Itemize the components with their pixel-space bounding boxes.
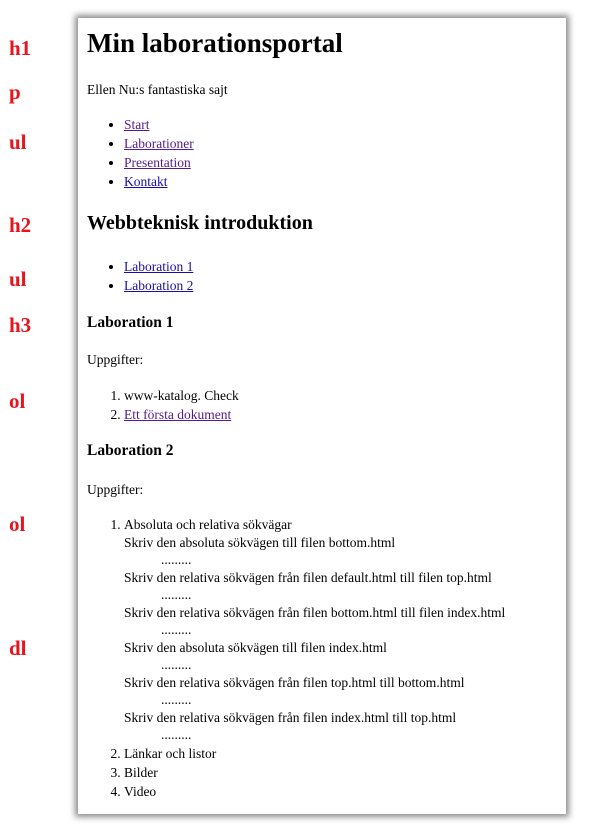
lab2-heading: Laboration 2 [87,442,174,459]
lab2-intro: Uppgifter: [87,482,144,497]
question-term: Skriv den relativa sökvägen från filen d… [124,570,492,585]
nav-link-start[interactable]: Start [124,117,150,132]
list-item: Video [124,782,505,801]
page-panel: Min laborationsportal Ellen Nu:s fantast… [78,18,566,814]
label-p: p [9,80,21,104]
list-item: Start [124,115,194,134]
nav-link-laborationer[interactable]: Laborationer [124,136,194,151]
label-h1: h1 [9,36,32,60]
label-dl: dl [9,636,27,660]
site-tagline: Ellen Nu:s fantastiska sajt [87,82,228,97]
answer-placeholder: ......... [161,552,192,567]
list-item: Laboration 2 [124,276,193,295]
lab2-task-list: Absoluta och relativa sökvägar Skriv den… [87,515,505,801]
answer-placeholder: ......... [161,622,192,637]
page-title: Min laborationsportal [87,28,343,58]
list-item: Länkar och listor [124,744,505,763]
nav-list: Start Laborationer Presentation Kontakt [87,115,194,191]
list-item: Presentation [124,153,194,172]
nav-link-kontakt[interactable]: Kontakt [124,174,168,189]
lab1-heading: Laboration 1 [87,314,174,331]
section-heading: Webbteknisk introduktion [87,212,313,234]
lab-link-1[interactable]: Laboration 1 [124,259,193,274]
list-item: Absoluta och relativa sökvägar Skriv den… [124,515,505,744]
question-term: Skriv den relativa sökvägen från filen t… [124,675,465,690]
label-ul: ul [9,267,27,291]
label-ol: ol [9,512,26,536]
lab-link-2[interactable]: Laboration 2 [124,278,193,293]
answer-placeholder: ......... [161,657,192,672]
lab1-intro: Uppgifter: [87,352,144,367]
label-ul: ul [9,130,27,154]
answer-placeholder: ......... [161,692,192,707]
label-ol: ol [9,389,26,413]
question-term: Skriv den relativa sökvägen från filen i… [124,710,457,725]
list-item: Laboration 1 [124,257,193,276]
task-title: Absoluta och relativa sökvägar [124,517,292,532]
label-h2: h2 [9,213,32,237]
first-document-link[interactable]: Ett första dokument [124,407,231,422]
answer-placeholder: ......... [161,587,192,602]
label-h3: h3 [9,313,32,337]
nav-link-presentation[interactable]: Presentation [124,155,191,170]
question-term: Skriv den relativa sökvägen från filen b… [124,605,506,620]
question-term: Skriv den absoluta sökvägen till filen i… [124,640,387,655]
path-questions: Skriv den absoluta sökvägen till filen b… [124,534,505,744]
list-item: Laborationer [124,134,194,153]
lab-list: Laboration 1 Laboration 2 [87,257,193,295]
list-item: Ett första dokument [124,405,239,424]
answer-placeholder: ......... [161,727,192,742]
question-term: Skriv den absoluta sökvägen till filen b… [124,535,396,550]
list-item: Kontakt [124,172,194,191]
lab1-task-list: www-katalog. Check Ett första dokument [87,386,239,424]
list-item: Bilder [124,763,505,782]
list-item: www-katalog. Check [124,386,239,405]
